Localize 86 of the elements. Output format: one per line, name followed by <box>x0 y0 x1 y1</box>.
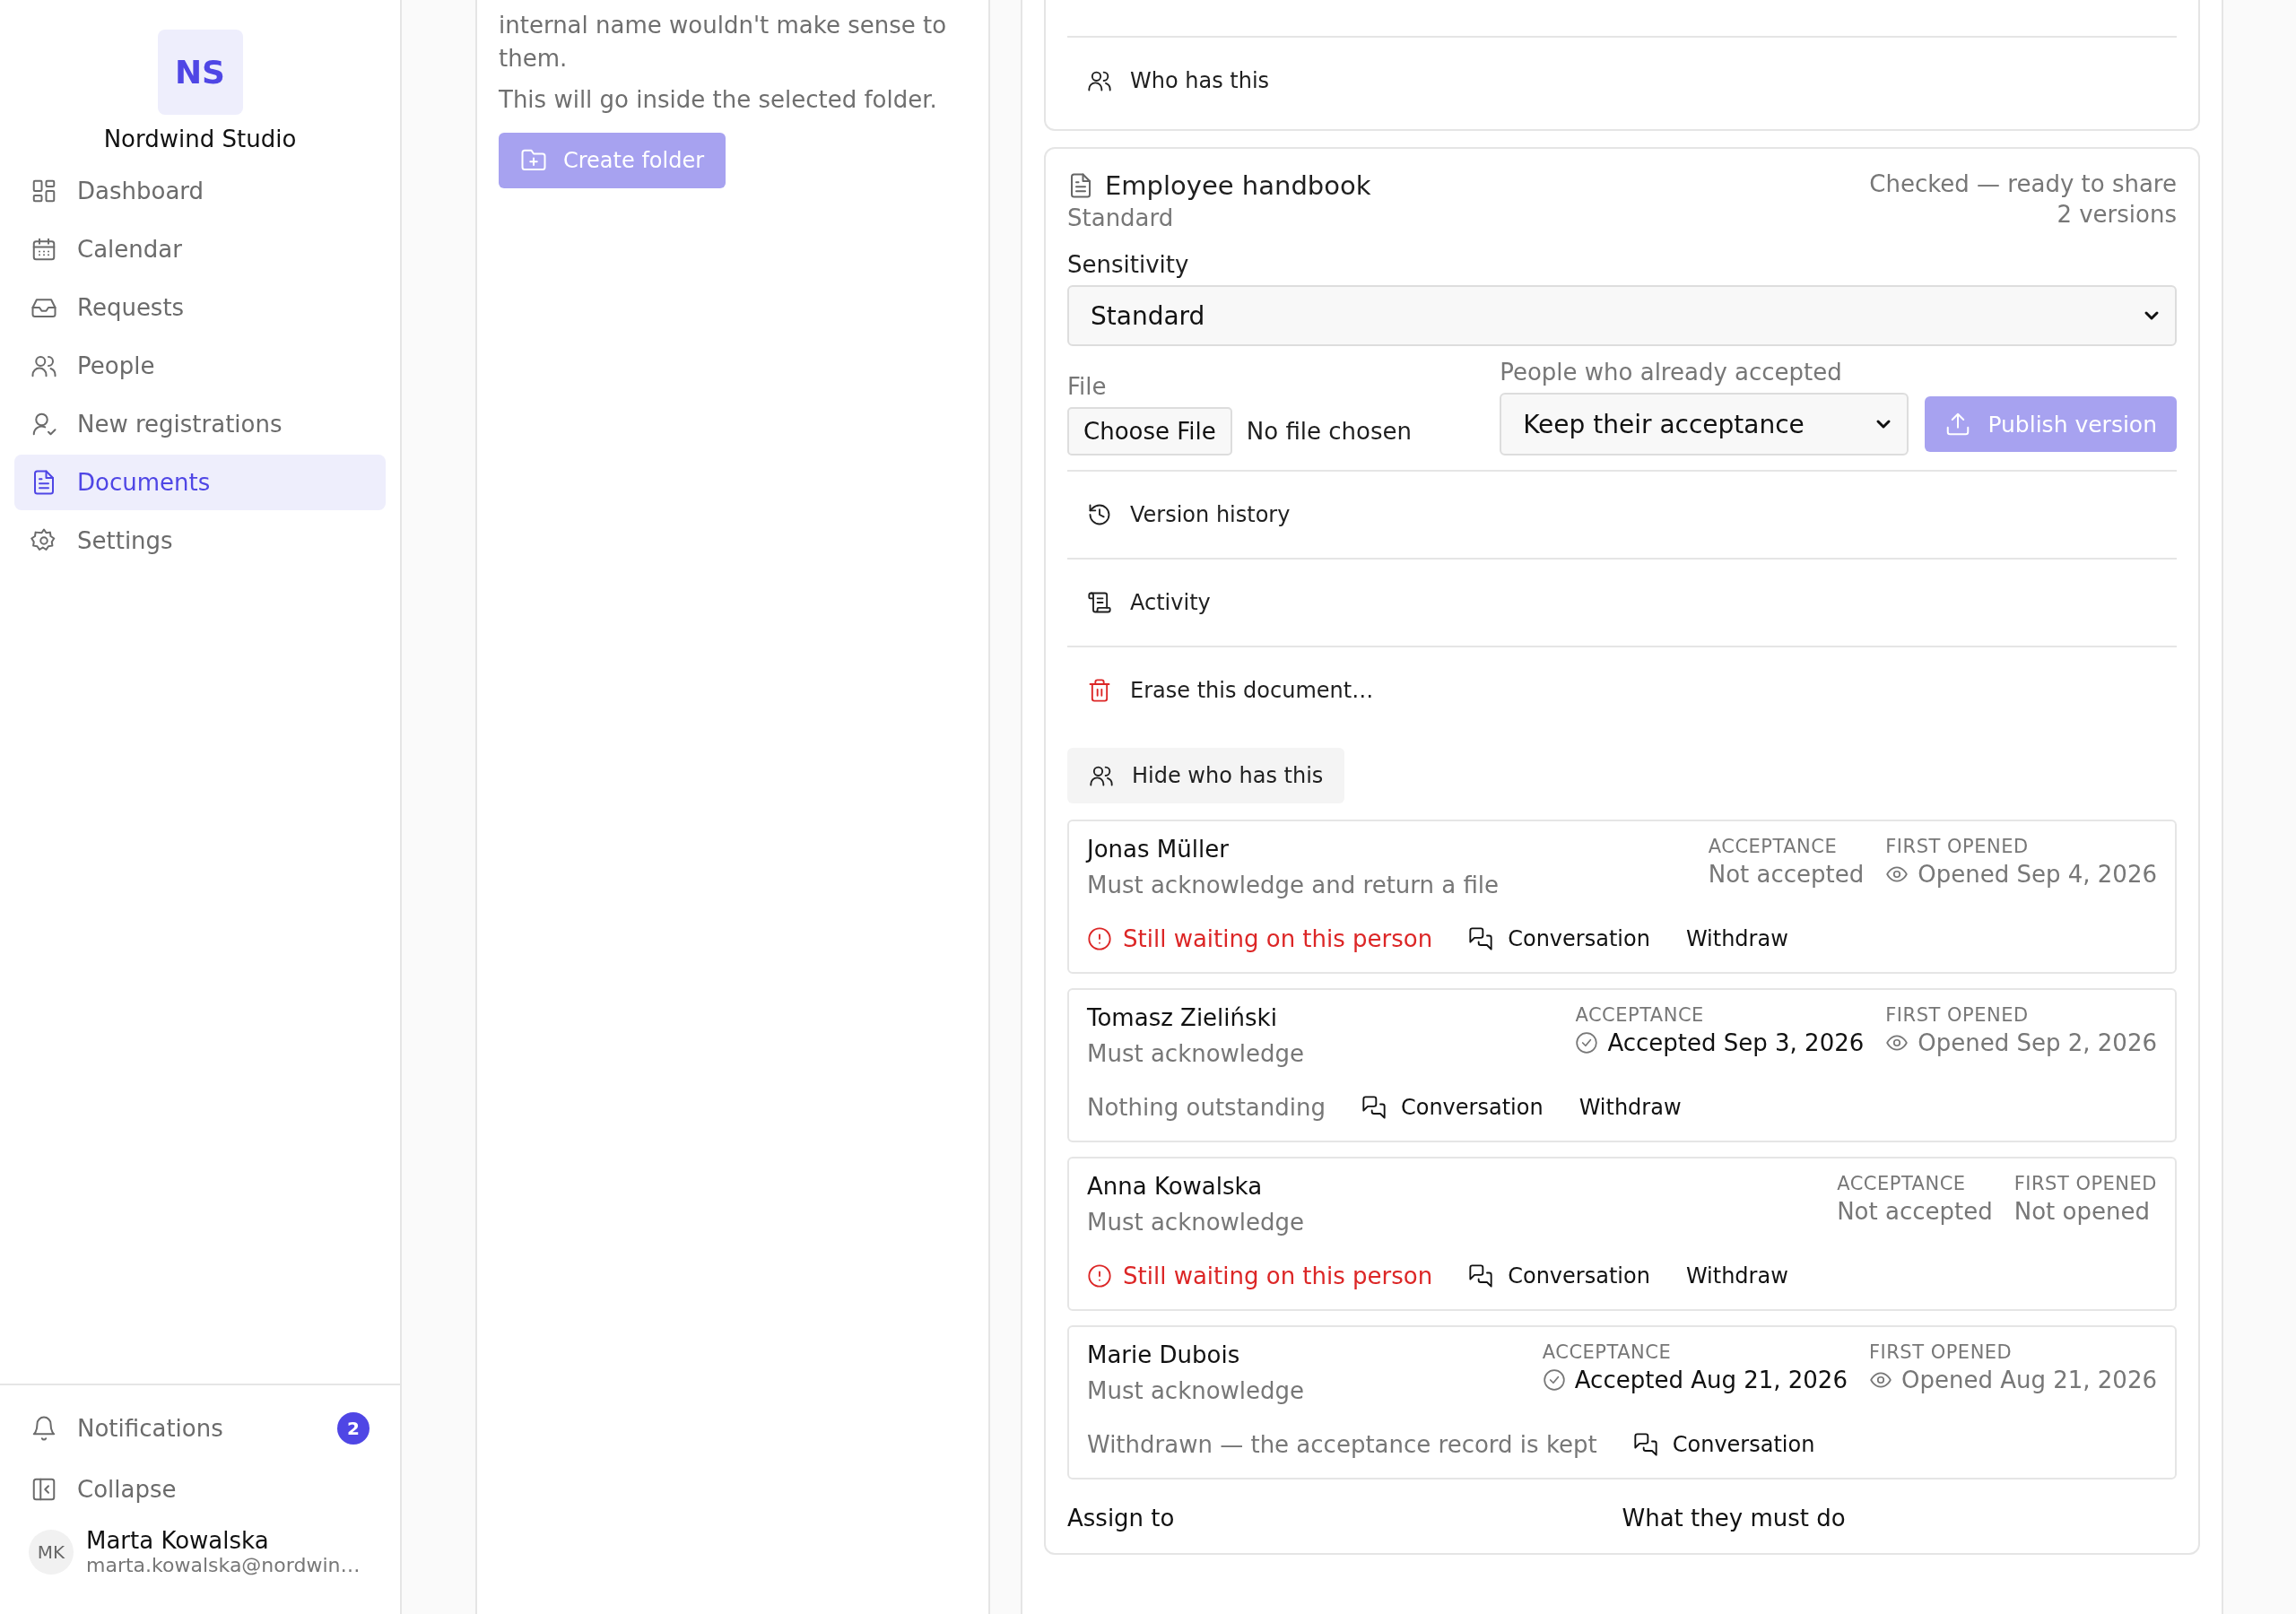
column-label: ACCEPTANCE <box>1837 1173 1967 1194</box>
requirement-text: Must acknowledge and return a file <box>1087 872 1500 898</box>
nav-item[interactable]: Calendar <box>14 221 386 277</box>
conversation-button[interactable]: Conversation <box>1468 926 1650 951</box>
document-title: Employee handbook <box>1067 170 1371 201</box>
notification-count-badge: 2 <box>337 1412 370 1445</box>
recipient-name: Tomasz Zieliński <box>1087 1004 1278 1031</box>
opened-value: Opened Sep 2, 2026 <box>1885 1029 2157 1056</box>
status-text: Still waiting on this person <box>1087 925 1433 952</box>
field-label: File <box>1067 373 1108 400</box>
chat-icon <box>1632 1432 1658 1457</box>
user-avatar: MK <box>29 1529 74 1575</box>
user-check-icon <box>30 411 57 438</box>
conversation-button[interactable]: Conversation <box>1468 1263 1650 1289</box>
status-text: Withdrawn — the acceptance record is kept <box>1087 1431 1597 1458</box>
recipient-name: Anna Kowalska <box>1087 1173 1264 1200</box>
trash-icon <box>1087 678 1112 703</box>
recipient-name: Jonas Müller <box>1087 836 1230 863</box>
acceptance-value: Not accepted <box>1708 861 1865 888</box>
nav-item[interactable]: Dashboard <box>14 163 386 219</box>
chat-icon <box>1361 1095 1387 1120</box>
scroll-icon <box>1087 590 1112 615</box>
field-label: What they must do <box>1622 1505 1847 1532</box>
chat-icon <box>1468 926 1494 951</box>
column-label: FIRST OPENED <box>1885 836 2030 857</box>
document-subtitle: Standard <box>1067 204 1175 231</box>
column-label: FIRST OPENED <box>2013 1173 2157 1194</box>
requirement-text: Must acknowledge <box>1087 1040 1305 1067</box>
collapse-item[interactable]: Collapse <box>14 1459 386 1520</box>
grid-icon <box>30 178 57 204</box>
notifications-item[interactable]: Notifications 2 <box>14 1398 386 1459</box>
withdraw-button[interactable]: Withdraw <box>1685 926 1788 951</box>
action-row[interactable]: Version history <box>1067 470 2177 558</box>
conversation-button[interactable]: Conversation <box>1361 1095 1544 1120</box>
nav-item[interactable]: Documents <box>14 455 386 510</box>
status-text: Still waiting on this person <box>1087 1263 1433 1289</box>
nav-item[interactable]: Requests <box>14 280 386 335</box>
action-row[interactable]: Activity <box>1067 558 2177 646</box>
withdraw-button[interactable]: Withdraw <box>1685 1263 1788 1289</box>
chat-icon <box>1468 1263 1494 1289</box>
nav-item[interactable]: People <box>14 338 386 394</box>
hint-text: This will go inside the selected folder. <box>499 86 938 113</box>
nav-item[interactable]: New registrations <box>14 396 386 452</box>
user-name: Marta Kowalska <box>86 1527 270 1554</box>
requirement-text: Must acknowledge <box>1087 1209 1305 1236</box>
version-count: 2 versions <box>2057 201 2177 228</box>
sidebar-collapse-icon <box>30 1476 57 1503</box>
column-label: ACCEPTANCE <box>1542 1341 1673 1363</box>
document-status: Checked — ready to share <box>1869 170 2177 197</box>
nav-item[interactable]: Settings <box>14 513 386 568</box>
sensitivity-select[interactable]: Standard <box>1067 285 2177 346</box>
alert-icon <box>1087 926 1112 951</box>
column-label: ACCEPTANCE <box>1708 836 1839 857</box>
column-label: FIRST OPENED <box>1868 1341 2013 1363</box>
acceptance-value: Not accepted <box>1837 1198 1993 1225</box>
withdraw-button[interactable]: Withdraw <box>1578 1095 1682 1120</box>
field-label: Sensitivity <box>1067 251 1190 278</box>
field-label: Assign to <box>1067 1505 1176 1532</box>
column-label: FIRST OPENED <box>1885 1004 2030 1026</box>
file-status: No file chosen <box>1246 418 1412 445</box>
description-text: internal name wouldn't make sense to them. <box>499 11 948 74</box>
org-logo: NS <box>157 30 243 115</box>
recipient-name: Marie Dubois <box>1087 1341 1241 1368</box>
status-text: Nothing outstanding <box>1087 1094 1326 1121</box>
toggle-recipients-button[interactable]: Hide who has this <box>1067 748 1345 803</box>
field-label: People who already accepted <box>1500 359 1843 386</box>
check-circle-icon <box>1542 1368 1566 1392</box>
history-icon <box>1087 502 1112 527</box>
check-circle-icon <box>1575 1031 1599 1054</box>
org-name: Nordwind Studio <box>103 126 297 152</box>
user-email: marta.kowalska@nordwin… <box>86 1554 361 1576</box>
action-row[interactable]: Who has this <box>1067 36 2177 124</box>
alert-icon <box>1087 1263 1112 1289</box>
choose-file-button[interactable]: Choose File <box>1067 407 1232 456</box>
opened-value: Not opened <box>2013 1198 2151 1225</box>
opened-value: Opened Sep 4, 2026 <box>1885 861 2157 888</box>
conversation-button[interactable]: Conversation <box>1632 1432 1815 1457</box>
opened-value: Opened Aug 21, 2026 <box>1868 1367 2157 1393</box>
acceptance-select[interactable]: Keep their acceptance <box>1500 393 1909 456</box>
calendar-icon <box>30 236 57 263</box>
acceptance-value: Accepted Aug 21, 2026 <box>1542 1367 1848 1393</box>
requirement-text: Must acknowledge <box>1087 1377 1305 1404</box>
bell-icon <box>30 1415 57 1442</box>
acceptance-value: Accepted Sep 3, 2026 <box>1575 1029 1865 1056</box>
action-row[interactable]: Erase this document… <box>1067 646 2177 733</box>
column-label: ACCEPTANCE <box>1575 1004 1705 1026</box>
